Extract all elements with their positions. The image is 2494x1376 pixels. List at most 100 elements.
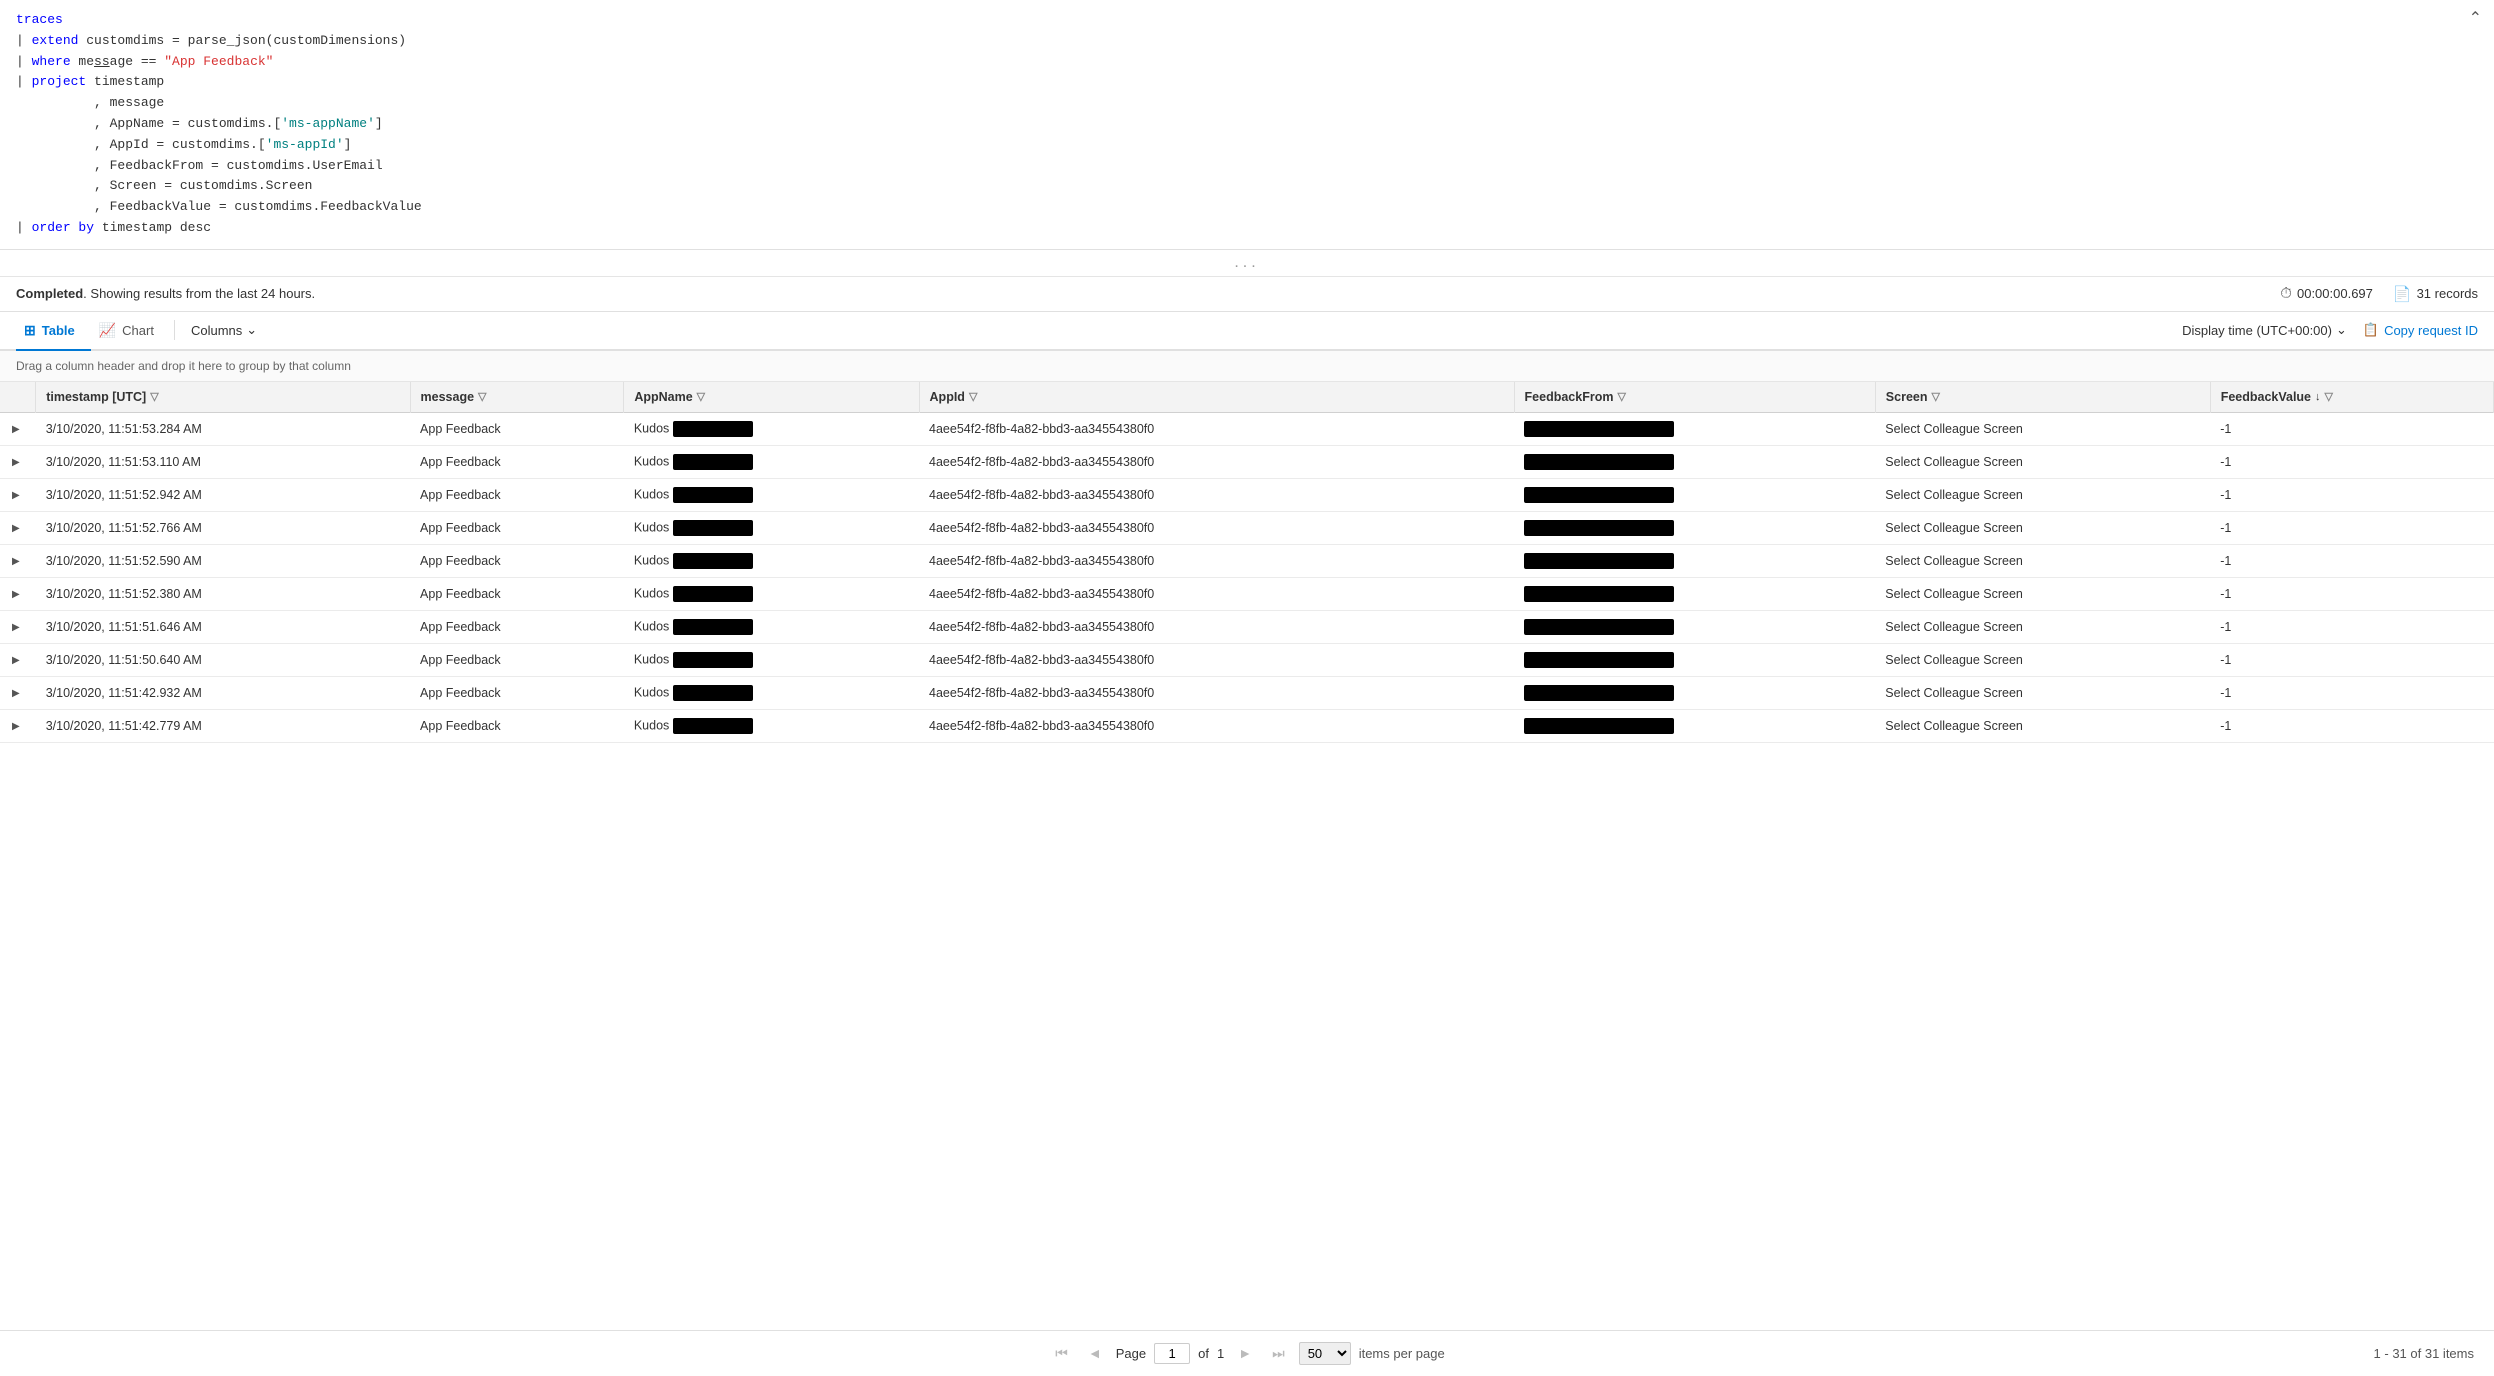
drag-hint-text: Drag a column header and drop it here to… [16, 359, 351, 373]
sort-icon-feedbackvalue[interactable]: ↓ [2315, 391, 2321, 403]
cell-feedbackvalue: -1 [2210, 445, 2493, 478]
filter-icon-timestamp[interactable]: ▽ [150, 390, 158, 403]
feedbackfrom-redacted [1524, 652, 1674, 668]
records-count: 31 records [2417, 286, 2478, 301]
th-screen[interactable]: Screen ▽ [1875, 382, 2210, 413]
last-page-button[interactable]: ⏭ [1266, 1341, 1291, 1366]
columns-label: Columns [191, 323, 242, 338]
expand-row-button[interactable]: ▶ [10, 686, 22, 701]
cell-timestamp: 3/10/2020, 11:51:50.640 AM [36, 643, 410, 676]
data-table: timestamp [UTC] ▽ message ▽ AppName ▽ [0, 382, 2494, 743]
th-timestamp[interactable]: timestamp [UTC] ▽ [36, 382, 410, 413]
cell-appname: Kudos [624, 412, 919, 445]
cell-feedbackvalue: -1 [2210, 478, 2493, 511]
range-label: 1 - 31 of 31 items [2374, 1346, 2474, 1361]
feedbackfrom-redacted [1524, 553, 1674, 569]
th-message-label: message [421, 390, 475, 404]
expand-row-button[interactable]: ▶ [10, 653, 22, 668]
cell-message: App Feedback [410, 643, 624, 676]
filter-icon-feedbackvalue[interactable]: ▽ [2325, 390, 2333, 403]
copy-request-button[interactable]: 📋 Copy request ID [2363, 322, 2478, 338]
cell-appid: 4aee54f2-f8fb-4a82-bbd3-aa34554380f0 [919, 676, 1514, 709]
pagination-range: 1 - 31 of 31 items [2374, 1346, 2474, 1361]
expand-row-button[interactable]: ▶ [10, 719, 22, 734]
appname-redacted [673, 652, 753, 668]
expand-row-button[interactable]: ▶ [10, 587, 22, 602]
cell-appid: 4aee54f2-f8fb-4a82-bbd3-aa34554380f0 [919, 412, 1514, 445]
cell-feedbackfrom [1514, 544, 1875, 577]
next-page-button[interactable]: ► [1232, 1341, 1258, 1365]
appname-redacted [673, 718, 753, 734]
tab-bar: ⊞ Table 📈 Chart Columns ⌄ Display time (… [0, 312, 2494, 351]
expand-row-button[interactable]: ▶ [10, 620, 22, 635]
cell-appname: Kudos [624, 478, 919, 511]
filter-icon-screen[interactable]: ▽ [1932, 390, 1940, 403]
cell-appid: 4aee54f2-f8fb-4a82-bbd3-aa34554380f0 [919, 544, 1514, 577]
cell-screen: Select Colleague Screen [1875, 577, 2210, 610]
filter-icon-feedbackfrom[interactable]: ▽ [1617, 390, 1625, 403]
prev-page-button[interactable]: ◄ [1082, 1341, 1108, 1365]
cell-message: App Feedback [410, 676, 624, 709]
feedbackfrom-redacted [1524, 619, 1674, 635]
status-completed: Completed [16, 286, 83, 301]
columns-button[interactable]: Columns ⌄ [179, 314, 269, 346]
cell-screen: Select Colleague Screen [1875, 709, 2210, 742]
expand-row-button[interactable]: ▶ [10, 422, 22, 437]
cell-appname: Kudos [624, 511, 919, 544]
collapse-button[interactable]: ⌃ [2469, 8, 2482, 28]
appname-redacted [673, 685, 753, 701]
cell-appid: 4aee54f2-f8fb-4a82-bbd3-aa34554380f0 [919, 577, 1514, 610]
cell-screen: Select Colleague Screen [1875, 544, 2210, 577]
tab-bar-right: Display time (UTC+00:00) ⌄ 📋 Copy reques… [2182, 322, 2478, 338]
appname-redacted [673, 487, 753, 503]
cell-screen: Select Colleague Screen [1875, 445, 2210, 478]
th-appname[interactable]: AppName ▽ [624, 382, 919, 413]
expand-row-button[interactable]: ▶ [10, 488, 22, 503]
filter-icon-appname[interactable]: ▽ [697, 390, 705, 403]
timer-display: ⏱ 00:00:00.697 [2280, 285, 2373, 302]
table-row: ▶3/10/2020, 11:51:52.590 AMApp FeedbackK… [0, 544, 2494, 577]
page-number-input[interactable] [1154, 1343, 1190, 1364]
table-row: ▶3/10/2020, 11:51:53.284 AMApp FeedbackK… [0, 412, 2494, 445]
tab-chart[interactable]: 📈 Chart [91, 312, 170, 351]
cell-feedbackfrom [1514, 676, 1875, 709]
expand-row-button[interactable]: ▶ [10, 554, 22, 569]
cell-appname: Kudos [624, 709, 919, 742]
table-icon: ⊞ [24, 322, 36, 339]
per-page-select[interactable]: 50 100 200 [1299, 1342, 1351, 1365]
table-row: ▶3/10/2020, 11:51:52.766 AMApp FeedbackK… [0, 511, 2494, 544]
data-table-wrapper[interactable]: timestamp [UTC] ▽ message ▽ AppName ▽ [0, 382, 2494, 1330]
th-feedbackvalue[interactable]: FeedbackValue ↓ ▽ [2210, 382, 2493, 413]
status-right: ⏱ 00:00:00.697 📄 31 records [2280, 285, 2478, 303]
filter-icon-message[interactable]: ▽ [478, 390, 486, 403]
expand-row-button[interactable]: ▶ [10, 521, 22, 536]
drag-hint: Drag a column header and drop it here to… [0, 351, 2494, 382]
status-bar: Completed. Showing results from the last… [0, 277, 2494, 312]
tab-chart-label: Chart [122, 323, 154, 338]
cell-timestamp: 3/10/2020, 11:51:52.766 AM [36, 511, 410, 544]
cell-feedbackfrom [1514, 709, 1875, 742]
cell-message: App Feedback [410, 445, 624, 478]
th-message[interactable]: message ▽ [410, 382, 624, 413]
cell-appid: 4aee54f2-f8fb-4a82-bbd3-aa34554380f0 [919, 709, 1514, 742]
expand-row-button[interactable]: ▶ [10, 455, 22, 470]
feedbackfrom-redacted [1524, 487, 1674, 503]
cell-timestamp: 3/10/2020, 11:51:52.942 AM [36, 478, 410, 511]
cell-feedbackvalue: -1 [2210, 577, 2493, 610]
table-row: ▶3/10/2020, 11:51:51.646 AMApp FeedbackK… [0, 610, 2494, 643]
cell-feedbackvalue: -1 [2210, 709, 2493, 742]
th-feedbackfrom[interactable]: FeedbackFrom ▽ [1514, 382, 1875, 413]
cell-appid: 4aee54f2-f8fb-4a82-bbd3-aa34554380f0 [919, 610, 1514, 643]
th-feedbackvalue-label: FeedbackValue [2221, 390, 2311, 404]
th-screen-label: Screen [1886, 390, 1928, 404]
th-appid[interactable]: AppId ▽ [919, 382, 1514, 413]
cell-timestamp: 3/10/2020, 11:51:53.110 AM [36, 445, 410, 478]
items-per-page-label: items per page [1359, 1346, 1445, 1361]
first-page-button[interactable]: ⏮ [1049, 1341, 1074, 1366]
filter-icon-appid[interactable]: ▽ [969, 390, 977, 403]
display-time-button[interactable]: Display time (UTC+00:00) ⌄ [2182, 322, 2347, 338]
tab-table[interactable]: ⊞ Table [16, 312, 91, 351]
cell-message: App Feedback [410, 610, 624, 643]
cell-feedbackvalue: -1 [2210, 412, 2493, 445]
cell-message: App Feedback [410, 577, 624, 610]
